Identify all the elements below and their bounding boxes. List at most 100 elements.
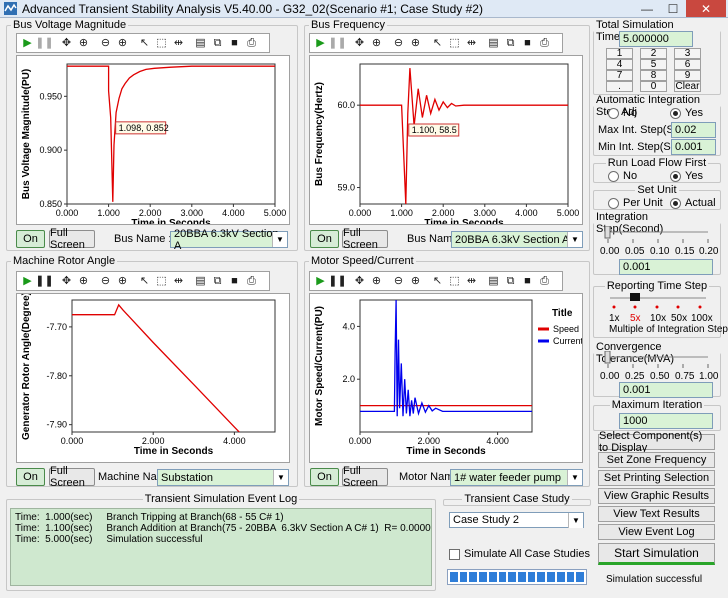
pause-icon[interactable]: ❚❚	[35, 273, 53, 289]
convergence-slider[interactable]	[600, 351, 716, 371]
report-opt-selected[interactable]: 5x	[630, 313, 641, 324]
pause-icon[interactable]: ❚❚	[328, 35, 346, 51]
bus-voltage-bus-select[interactable]: 20BBA 6.3kV Section A ▼	[170, 228, 288, 252]
zoom-out-icon[interactable]: ⊖	[390, 273, 407, 289]
keypad-key-9[interactable]: 9	[674, 70, 701, 81]
cursor-readout-icon[interactable]: ⇹	[463, 273, 480, 289]
start-simulation-button[interactable]: Start Simulation	[598, 543, 715, 565]
print-icon[interactable]: ⎙	[536, 35, 553, 51]
box-select-icon[interactable]: ⬚	[446, 273, 463, 289]
set-zone-frequency-button[interactable]: Set Zone Frequency	[598, 452, 715, 468]
pan-icon[interactable]: ✥	[58, 273, 75, 289]
motor-plot[interactable]: 0.000 2.000 4.000 2.0 4.0 Time in Seconds Moto…	[309, 293, 583, 463]
cursor-readout-icon[interactable]: ⇹	[463, 35, 480, 51]
keypad-key-7[interactable]: 7	[606, 70, 633, 81]
zoom-out-icon[interactable]: ⊖	[390, 35, 407, 51]
copy-icon[interactable]: ⧉	[502, 273, 519, 289]
copy-icon[interactable]: ⧉	[209, 35, 226, 51]
zoom-fit-icon[interactable]: ⊕	[368, 273, 385, 289]
report-opt[interactable]: 1x	[609, 313, 620, 324]
cursor-readout-icon[interactable]: ⇹	[170, 273, 187, 289]
properties-icon[interactable]: ▤	[485, 273, 502, 289]
keypad-key-clear[interactable]: Clear	[674, 81, 701, 92]
play-icon[interactable]: ▶	[312, 35, 329, 51]
pan-icon[interactable]: ✥	[58, 35, 75, 51]
print-icon[interactable]: ⎙	[536, 273, 553, 289]
keypad-key-8[interactable]: 8	[640, 70, 667, 81]
actual-unit-radio[interactable]: Actual	[670, 197, 716, 209]
report-opt[interactable]: 10x	[650, 313, 666, 324]
motor-fullscreen-button[interactable]: Full Screen	[342, 465, 388, 489]
box-select-icon[interactable]: ⬚	[153, 273, 170, 289]
zoom-in-icon[interactable]: ⊕	[114, 273, 131, 289]
keypad-key-6[interactable]: 6	[674, 59, 701, 70]
load-flow-yes-radio[interactable]: Yes	[670, 170, 703, 182]
zoom-in-icon[interactable]: ⊕	[407, 35, 424, 51]
rotor-angle-on-button[interactable]: On	[16, 468, 45, 486]
zoom-fit-icon[interactable]: ⊕	[75, 273, 92, 289]
minimize-button[interactable]: —	[634, 0, 660, 17]
min-step-input[interactable]: 0.001	[671, 139, 716, 155]
select-arrow-icon[interactable]: ↖	[136, 35, 153, 51]
per-unit-radio[interactable]: Per Unit	[608, 197, 663, 209]
pause-icon[interactable]: ❚❚	[328, 273, 346, 289]
load-flow-no-radio[interactable]: No	[608, 170, 637, 182]
motor-on-button[interactable]: On	[310, 468, 339, 486]
keypad-key-3[interactable]: 3	[674, 48, 701, 59]
bus-frequency-on-button[interactable]: On	[310, 230, 339, 248]
properties-icon[interactable]: ▤	[192, 273, 209, 289]
keypad-key-5[interactable]: 5	[640, 59, 667, 70]
properties-icon[interactable]: ▤	[192, 35, 209, 51]
zoom-out-icon[interactable]: ⊖	[97, 273, 114, 289]
convergence-input[interactable]: 0.001	[619, 382, 713, 398]
rotor-angle-plot[interactable]: 0.000 2.000 4.000 -7.70 -7.80 -7.90 Time in Se…	[16, 293, 290, 463]
max-iteration-input[interactable]: 1000	[619, 413, 713, 429]
maximize-button[interactable]: ☐	[660, 0, 686, 17]
view-graphic-results-button[interactable]: View Graphic Results	[598, 488, 715, 504]
view-event-log-button[interactable]: View Event Log	[598, 524, 715, 540]
max-step-input[interactable]: 0.02	[671, 122, 716, 138]
bus-voltage-fullscreen-button[interactable]: Full Screen	[49, 227, 95, 251]
bus-frequency-bus-select[interactable]: 20BBA 6.3kV Section A ▼	[451, 231, 583, 248]
set-printing-selection-button[interactable]: Set Printing Selection	[598, 470, 715, 486]
keypad-key-0[interactable]: 0	[640, 81, 667, 92]
save-icon[interactable]: ■	[519, 35, 536, 51]
play-icon[interactable]: ▶	[312, 273, 329, 289]
select-components-button[interactable]: Select Component(s) to Display	[598, 430, 715, 454]
motor-name-select[interactable]: 1# water feeder pump ▼	[450, 469, 583, 486]
select-arrow-icon[interactable]: ↖	[429, 35, 446, 51]
properties-icon[interactable]: ▤	[485, 35, 502, 51]
bus-voltage-on-button[interactable]: On	[16, 230, 45, 248]
copy-icon[interactable]: ⧉	[209, 273, 226, 289]
print-icon[interactable]: ⎙	[243, 273, 260, 289]
pause-icon[interactable]: ❚❚	[35, 35, 53, 51]
bus-voltage-plot[interactable]: 0.000 1.000 2.000 3.000 4.000 5.000 0.850 0.900…	[16, 55, 290, 225]
keypad-key-2[interactable]: 2	[640, 48, 667, 59]
print-icon[interactable]: ⎙	[243, 35, 260, 51]
box-select-icon[interactable]: ⬚	[446, 35, 463, 51]
keypad-key-dot[interactable]: .	[606, 81, 633, 92]
save-icon[interactable]: ■	[226, 273, 243, 289]
play-icon[interactable]: ▶	[19, 273, 36, 289]
case-study-select[interactable]: Case Study 2 ▼	[449, 512, 584, 528]
select-arrow-icon[interactable]: ↖	[136, 273, 153, 289]
zoom-fit-icon[interactable]: ⊕	[368, 35, 385, 51]
keypad-key-4[interactable]: 4	[606, 59, 633, 70]
pan-icon[interactable]: ✥	[351, 273, 368, 289]
zoom-in-icon[interactable]: ⊕	[407, 273, 424, 289]
rotor-angle-fullscreen-button[interactable]: Full Screen	[49, 465, 95, 489]
integration-step-slider[interactable]	[600, 226, 716, 246]
bus-frequency-plot[interactable]: 0.000 1.000 2.000 3.000 4.000 5.000 59.0 60.0 Ti…	[309, 55, 583, 225]
simulate-all-checkbox[interactable]: Simulate All Case Studies	[449, 548, 590, 560]
integration-step-input[interactable]: 0.001	[619, 259, 713, 275]
save-icon[interactable]: ■	[519, 273, 536, 289]
zoom-fit-icon[interactable]: ⊕	[75, 35, 92, 51]
cursor-readout-icon[interactable]: ⇹	[170, 35, 187, 51]
save-icon[interactable]: ■	[226, 35, 243, 51]
auto-step-yes-radio[interactable]: Yes	[670, 107, 703, 119]
close-button[interactable]: ✕	[686, 0, 726, 17]
copy-icon[interactable]: ⧉	[502, 35, 519, 51]
report-opt[interactable]: 50x	[671, 313, 687, 324]
zoom-out-icon[interactable]: ⊖	[97, 35, 114, 51]
machine-name-select[interactable]: Substation ▼	[157, 469, 289, 486]
